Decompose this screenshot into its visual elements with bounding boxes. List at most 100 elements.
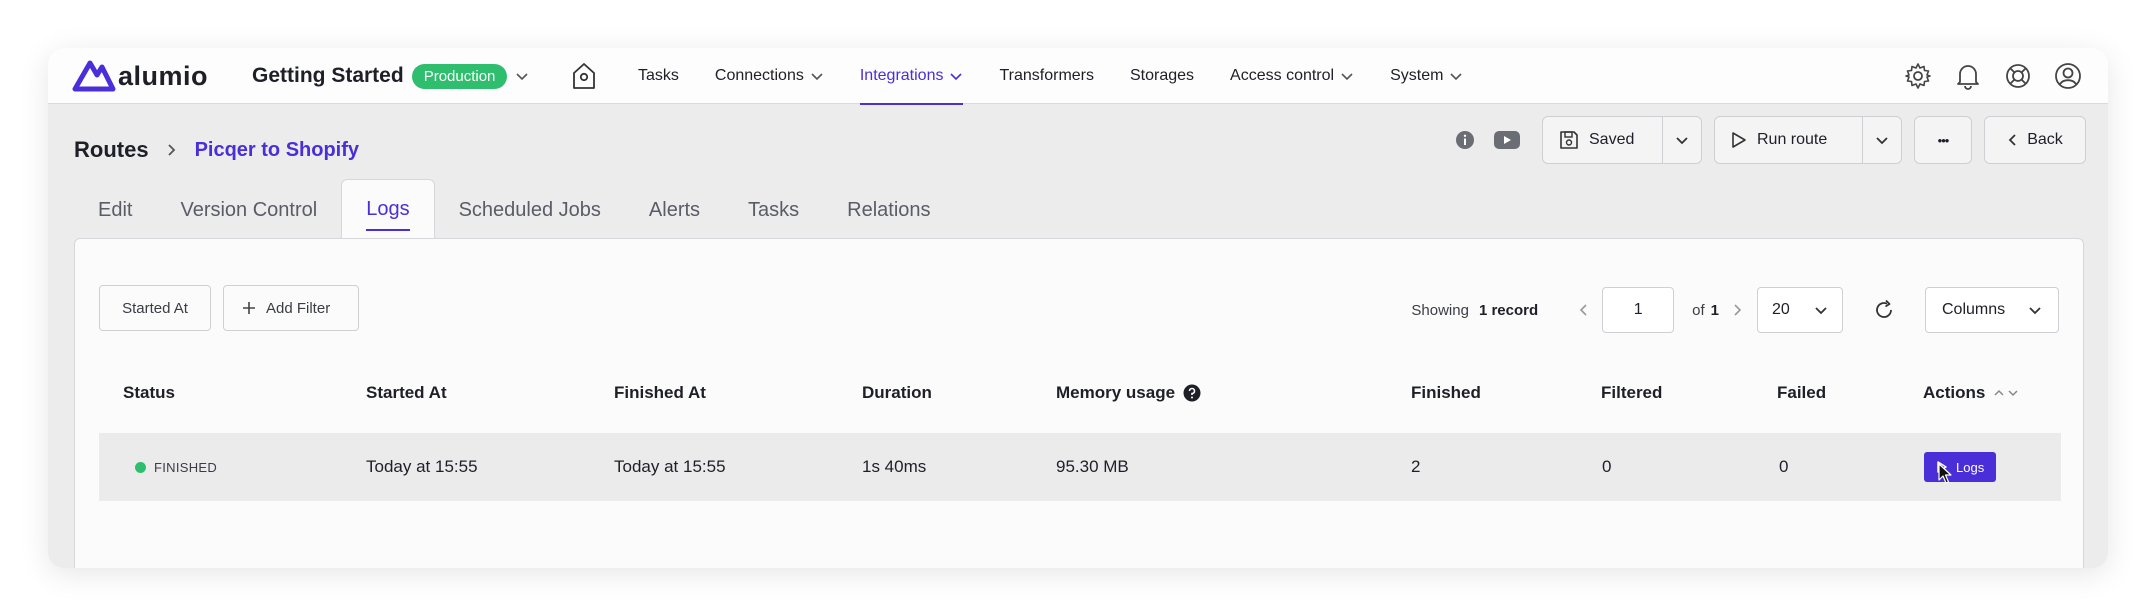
finished-count-cell: 2 <box>1411 457 1421 476</box>
project-switcher[interactable]: Getting Started Production <box>252 60 529 92</box>
chevron-down-icon <box>516 73 528 81</box>
tab-relations[interactable]: Relations <box>823 181 954 239</box>
tab-logs[interactable]: Logs <box>341 179 435 239</box>
tab-alerts[interactable]: Alerts <box>625 181 724 239</box>
tab-tasks[interactable]: Tasks <box>724 181 823 239</box>
home-icon <box>573 63 595 89</box>
play-icon <box>1732 132 1746 148</box>
top-navigation-bar: alumio Getting Started Production Tasks … <box>48 48 2108 105</box>
alumio-logo-mark-icon <box>72 60 116 92</box>
gear-icon <box>1905 63 1931 89</box>
video-tutorial-button[interactable] <box>1492 125 1522 155</box>
home-button[interactable] <box>564 48 604 104</box>
info-button[interactable] <box>1450 125 1480 155</box>
tab-scheduled-jobs[interactable]: Scheduled Jobs <box>435 181 625 239</box>
status-cell: FINISHED <box>135 433 217 501</box>
chevron-up-icon[interactable] <box>1993 388 2005 398</box>
nav-item-transformers[interactable]: Transformers <box>981 48 1112 104</box>
save-icon <box>1560 131 1578 149</box>
help-icon[interactable] <box>1183 384 1201 402</box>
mouse-cursor-icon <box>1938 463 1952 484</box>
total-pages: 1 <box>1710 301 1719 319</box>
plus-icon <box>243 302 255 314</box>
nav-item-connections[interactable]: Connections <box>697 48 842 104</box>
tab-edit[interactable]: Edit <box>74 181 156 239</box>
logo-text: alumio <box>118 60 209 91</box>
chevron-left-icon <box>2008 134 2016 146</box>
page-number-input[interactable]: 1 <box>1602 287 1675 333</box>
saved-button-group: Saved <box>1542 116 1702 164</box>
of-label: of <box>1692 301 1705 319</box>
chevron-down-icon[interactable] <box>2007 388 2019 398</box>
column-header-duration[interactable]: Duration <box>862 365 932 421</box>
showing-label: Showing <box>1411 301 1469 319</box>
previous-page-icon[interactable] <box>1578 303 1588 317</box>
record-count: 1 record <box>1478 301 1539 319</box>
top-right-icons <box>1902 56 2084 96</box>
column-header-status[interactable]: Status <box>123 365 175 421</box>
route-toolbar: Saved Run route ••• Back <box>1450 116 2086 164</box>
lifebuoy-icon <box>2006 64 2030 88</box>
breadcrumb-routes-link[interactable]: Routes <box>74 137 149 163</box>
chevron-down-icon <box>1876 137 1888 145</box>
column-header-actions[interactable]: Actions <box>1923 365 2019 421</box>
table-header: Status Started At Finished At Duration M… <box>99 365 2061 421</box>
filtered-count-cell: 0 <box>1602 457 1612 476</box>
chevron-down-icon <box>2029 307 2041 315</box>
environment-badge: Production <box>411 63 508 89</box>
help-button[interactable] <box>2002 56 2034 96</box>
run-route-button[interactable]: Run route <box>1715 117 1862 163</box>
nav-item-storages[interactable]: Storages <box>1112 48 1212 104</box>
nav-item-system[interactable]: System <box>1372 48 1481 104</box>
settings-button[interactable] <box>1902 56 1934 96</box>
pagination: Showing 1 record 1 of 1 20 Columns <box>1411 287 2059 333</box>
account-button[interactable] <box>2052 56 2084 96</box>
notifications-button[interactable] <box>1952 56 1984 96</box>
chevron-right-icon <box>167 144 175 156</box>
bell-icon <box>1957 65 1979 90</box>
chevron-down-icon <box>950 73 963 81</box>
back-button[interactable]: Back <box>1984 116 2086 164</box>
column-header-memory-usage[interactable]: Memory usage <box>1056 365 1201 421</box>
column-header-finished[interactable]: Finished <box>1411 365 1481 421</box>
page-size-select[interactable]: 20 <box>1757 287 1843 333</box>
column-header-finished-at[interactable]: Finished At <box>614 365 706 421</box>
main-nav: Tasks Connections Integrations Transform… <box>564 48 1481 105</box>
table-row[interactable]: FINISHED Today at 15:55 Today at 15:55 1… <box>99 433 2061 501</box>
chevron-down-icon <box>1341 73 1353 81</box>
started-at-cell: Today at 15:55 <box>366 457 478 476</box>
saved-button[interactable]: Saved <box>1543 117 1662 163</box>
view-logs-button[interactable]: Logs <box>1924 452 1997 482</box>
actions-cell: Logs <box>1924 433 1997 501</box>
saved-dropdown-toggle[interactable] <box>1662 117 1701 163</box>
column-header-filtered[interactable]: Filtered <box>1601 365 1662 421</box>
column-header-started-at[interactable]: Started At <box>366 365 447 421</box>
memory-usage-cell: 95.30 MB <box>1056 457 1129 476</box>
columns-select[interactable]: Columns <box>1925 287 2059 333</box>
nav-item-access-control[interactable]: Access control <box>1212 48 1372 104</box>
nav-item-integrations[interactable]: Integrations <box>842 48 982 105</box>
add-filter-button[interactable]: Add Filter <box>223 285 359 331</box>
next-page-icon[interactable] <box>1733 303 1743 317</box>
project-name: Getting Started <box>252 64 404 87</box>
tab-version-control[interactable]: Version Control <box>156 181 341 239</box>
column-header-failed[interactable]: Failed <box>1777 365 1826 421</box>
more-icon: ••• <box>1937 132 1950 148</box>
nav-item-tasks[interactable]: Tasks <box>620 48 697 104</box>
refresh-icon[interactable] <box>1873 299 1895 321</box>
logs-panel: Started At Add Filter Showing 1 record 1… <box>74 238 2084 568</box>
duration-cell: 1s 40ms <box>862 457 927 476</box>
alumio-logo[interactable]: alumio <box>72 58 208 94</box>
more-actions-button[interactable]: ••• <box>1914 116 1972 164</box>
breadcrumb: Routes Picqer to Shopify <box>74 128 359 172</box>
route-tabs: Edit Version Control Logs Scheduled Jobs… <box>74 179 955 239</box>
status-indicator-dot <box>135 461 146 473</box>
started-at-filter[interactable]: Started At <box>99 285 211 331</box>
failed-count-cell: 0 <box>1779 457 1789 476</box>
user-avatar-icon <box>2055 63 2081 89</box>
run-route-button-group: Run route <box>1714 116 1902 164</box>
chevron-down-icon <box>1676 137 1688 145</box>
run-route-dropdown-toggle[interactable] <box>1862 117 1901 163</box>
youtube-icon <box>1494 131 1520 149</box>
info-icon <box>1456 131 1474 149</box>
